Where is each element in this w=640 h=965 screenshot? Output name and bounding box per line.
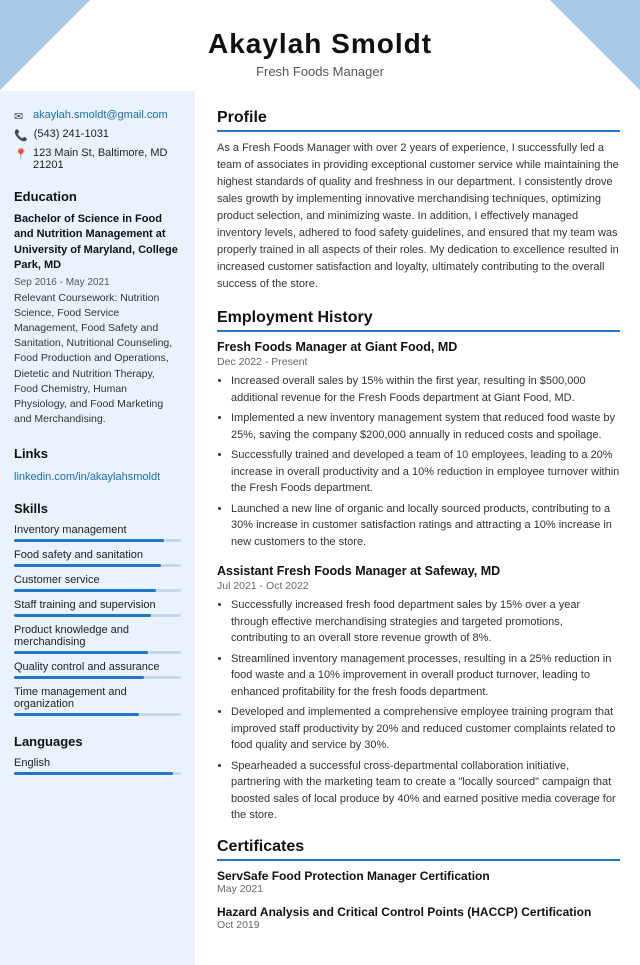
employment-section-title: Employment History	[217, 309, 620, 332]
skill-bar-bg	[14, 676, 181, 679]
job-date: Dec 2022 - Present	[217, 356, 620, 368]
contact-email: ✉ akaylah.smoldt@gmail.com	[14, 109, 181, 123]
candidate-title: Fresh Foods Manager	[20, 64, 620, 79]
skill-item: Time management and organization	[14, 686, 181, 716]
job-date: Jul 2021 - Oct 2022	[217, 580, 620, 592]
education-title: Education	[14, 189, 181, 204]
skills-list: Inventory management Food safety and san…	[14, 524, 181, 716]
job-bullet: Implemented a new inventory management s…	[231, 410, 620, 443]
skill-label: Customer service	[14, 574, 181, 586]
employment-section: Employment History Fresh Foods Manager a…	[217, 309, 620, 824]
job-bullet: Streamlined inventory management process…	[231, 651, 620, 701]
languages-section: Languages English	[14, 734, 181, 775]
sidebar: ✉ akaylah.smoldt@gmail.com 📞 (543) 241-1…	[0, 91, 195, 965]
skill-bar-fill	[14, 676, 144, 679]
linkedin-link-item: linkedin.com/in/akaylahsmoldt	[14, 469, 181, 483]
cert-item: ServSafe Food Protection Manager Certifi…	[217, 869, 620, 895]
phone-icon: 📞	[14, 129, 28, 142]
skill-bar-fill	[14, 589, 156, 592]
cert-date: May 2021	[217, 883, 620, 895]
skill-bar-bg	[14, 713, 181, 716]
job-item: Fresh Foods Manager at Giant Food, MD De…	[217, 340, 620, 550]
coursework-label: Relevant Coursework:	[14, 292, 117, 304]
job-bullet: Increased overall sales by 15% within th…	[231, 373, 620, 406]
contact-address: 📍 123 Main St, Baltimore, MD 21201	[14, 147, 181, 171]
job-bullet: Spearheaded a successful cross-departmen…	[231, 758, 620, 824]
skill-bar-fill	[14, 564, 161, 567]
location-icon: 📍	[14, 148, 27, 161]
profile-text: As a Fresh Foods Manager with over 2 yea…	[217, 140, 620, 293]
skill-item: Staff training and supervision	[14, 599, 181, 617]
profile-section: Profile As a Fresh Foods Manager with ov…	[217, 109, 620, 293]
skill-bar-bg	[14, 564, 181, 567]
skill-bar-fill	[14, 651, 148, 654]
body-wrapper: ✉ akaylah.smoldt@gmail.com 📞 (543) 241-1…	[0, 91, 640, 965]
languages-list: English	[14, 757, 181, 775]
education-section: Education Bachelor of Science in Food an…	[14, 189, 181, 428]
edu-coursework: Relevant Coursework: Nutrition Science, …	[14, 291, 181, 428]
skill-label: Time management and organization	[14, 686, 181, 710]
certificates-section-title: Certificates	[217, 838, 620, 861]
skill-bar-fill	[14, 539, 164, 542]
email-icon: ✉	[14, 110, 27, 123]
links-title: Links	[14, 446, 181, 461]
skill-bar-fill	[14, 614, 151, 617]
cert-title: ServSafe Food Protection Manager Certifi…	[217, 869, 620, 883]
skill-item: Inventory management	[14, 524, 181, 542]
certificates-section: Certificates ServSafe Food Protection Ma…	[217, 838, 620, 931]
linkedin-link[interactable]: linkedin.com/in/akaylahsmoldt	[14, 471, 160, 483]
language-bar-fill	[14, 772, 173, 775]
skills-section: Skills Inventory management Food safety …	[14, 501, 181, 716]
language-item: English	[14, 757, 181, 775]
phone-value: (543) 241-1031	[34, 128, 109, 140]
skill-label: Product knowledge and merchandising	[14, 624, 181, 648]
job-title: Fresh Foods Manager at Giant Food, MD	[217, 340, 620, 354]
job-bullet: Successfully increased fresh food depart…	[231, 597, 620, 647]
email-link[interactable]: akaylah.smoldt@gmail.com	[33, 109, 168, 121]
candidate-name: Akaylah Smoldt	[20, 28, 620, 60]
profile-section-title: Profile	[217, 109, 620, 132]
job-item: Assistant Fresh Foods Manager at Safeway…	[217, 564, 620, 824]
language-bar-bg	[14, 772, 181, 775]
job-bullet: Successfully trained and developed a tea…	[231, 447, 620, 497]
coursework-text: Nutrition Science, Food Service Manageme…	[14, 292, 172, 426]
languages-title: Languages	[14, 734, 181, 749]
edu-degree: Bachelor of Science in Food and Nutritio…	[14, 212, 181, 274]
skill-item: Product knowledge and merchandising	[14, 624, 181, 654]
skill-item: Quality control and assurance	[14, 661, 181, 679]
edu-date: Sep 2016 - May 2021	[14, 277, 181, 288]
job-bullet: Developed and implemented a comprehensiv…	[231, 704, 620, 754]
skill-label: Quality control and assurance	[14, 661, 181, 673]
cert-item: Hazard Analysis and Critical Control Poi…	[217, 905, 620, 931]
links-section: Links linkedin.com/in/akaylahsmoldt	[14, 446, 181, 483]
jobs-list: Fresh Foods Manager at Giant Food, MD De…	[217, 340, 620, 824]
job-bullets: Increased overall sales by 15% within th…	[217, 373, 620, 550]
contact-section: ✉ akaylah.smoldt@gmail.com 📞 (543) 241-1…	[14, 109, 181, 171]
job-bullet: Launched a new line of organic and local…	[231, 501, 620, 551]
cert-date: Oct 2019	[217, 919, 620, 931]
certs-list: ServSafe Food Protection Manager Certifi…	[217, 869, 620, 931]
skill-item: Food safety and sanitation	[14, 549, 181, 567]
job-title: Assistant Fresh Foods Manager at Safeway…	[217, 564, 620, 578]
skill-label: Staff training and supervision	[14, 599, 181, 611]
contact-phone: 📞 (543) 241-1031	[14, 128, 181, 142]
skill-bar-bg	[14, 651, 181, 654]
skill-bar-fill	[14, 713, 139, 716]
skill-bar-bg	[14, 589, 181, 592]
language-label: English	[14, 757, 181, 769]
skills-title: Skills	[14, 501, 181, 516]
address-value: 123 Main St, Baltimore, MD 21201	[33, 147, 181, 171]
cert-title: Hazard Analysis and Critical Control Poi…	[217, 905, 620, 919]
skill-bar-bg	[14, 614, 181, 617]
header: Akaylah Smoldt Fresh Foods Manager	[0, 0, 640, 91]
skill-item: Customer service	[14, 574, 181, 592]
main-content: Profile As a Fresh Foods Manager with ov…	[195, 91, 640, 965]
skill-bar-bg	[14, 539, 181, 542]
skill-label: Food safety and sanitation	[14, 549, 181, 561]
job-bullets: Successfully increased fresh food depart…	[217, 597, 620, 824]
skill-label: Inventory management	[14, 524, 181, 536]
